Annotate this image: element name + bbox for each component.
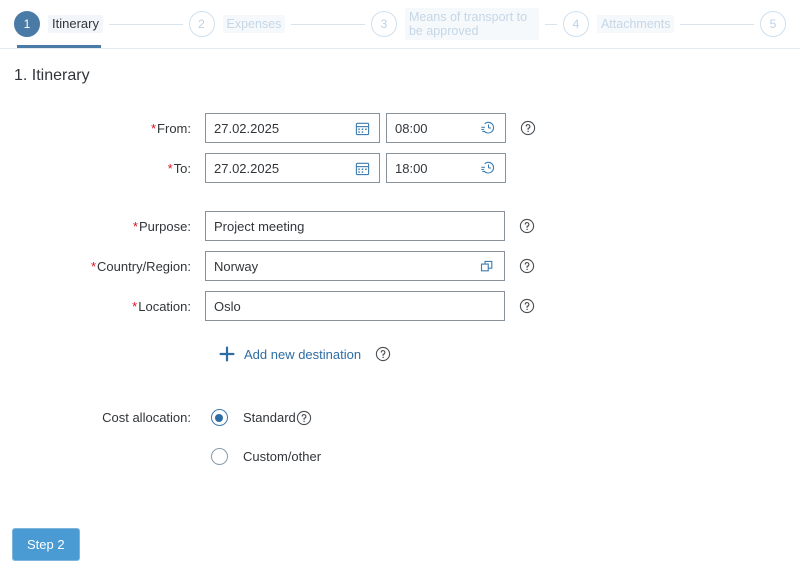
wizard-step-3[interactable]: 3 Means of transport to be approved bbox=[370, 8, 539, 40]
wizard-step-2-label: Expenses bbox=[222, 15, 286, 33]
required-marker: * bbox=[150, 120, 157, 136]
cost-allocation-option-standard-label[interactable]: Standard bbox=[243, 410, 296, 425]
wizard-step-1-number: 1 bbox=[14, 11, 40, 37]
clock-icon[interactable] bbox=[479, 119, 497, 137]
from-date-input[interactable]: 27.02.2025 bbox=[205, 113, 380, 143]
country-input[interactable]: Norway bbox=[205, 251, 505, 281]
value-help-icon[interactable] bbox=[478, 257, 496, 275]
cost-allocation-help-icon[interactable] bbox=[296, 410, 312, 426]
wizard-steps: 1 Itinerary 2 Expenses 3 Means of transp… bbox=[0, 0, 800, 48]
to-date-value: 27.02.2025 bbox=[214, 160, 280, 176]
cost-allocation-option-custom-label[interactable]: Custom/other bbox=[243, 449, 321, 464]
wizard-step-1[interactable]: 1 Itinerary bbox=[14, 11, 103, 37]
purpose-value: Project meeting bbox=[214, 218, 305, 234]
purpose-label: *Purpose: bbox=[0, 219, 205, 234]
radio-icon-unselected[interactable] bbox=[210, 448, 228, 465]
wizard-step-4[interactable]: 4 Attachments bbox=[562, 11, 675, 37]
add-destination-link[interactable]: Add new destination bbox=[244, 347, 361, 362]
wizard-step-3-label: Means of transport to be approved bbox=[404, 8, 539, 40]
country-value: Norway bbox=[214, 258, 259, 274]
country-label: *Country/Region: bbox=[0, 259, 205, 274]
wizard-step-5-number: 5 bbox=[760, 11, 786, 37]
calendar-icon[interactable] bbox=[353, 159, 371, 177]
location-value: Oslo bbox=[214, 298, 241, 314]
location-help-icon[interactable] bbox=[519, 298, 535, 314]
required-marker: * bbox=[90, 258, 97, 274]
wizard-step-4-number: 4 bbox=[562, 11, 589, 37]
wizard-connector-4 bbox=[680, 23, 754, 25]
location-label-text: Location: bbox=[138, 298, 191, 314]
from-label: *From: bbox=[0, 121, 205, 136]
from-label-text: From: bbox=[157, 120, 191, 136]
to-time-value: 18:00 bbox=[395, 160, 428, 176]
wizard-step-2[interactable]: 2 Expenses bbox=[188, 11, 286, 37]
wizard-active-indicator bbox=[17, 45, 101, 48]
required-marker: * bbox=[132, 298, 138, 314]
wizard-step-3-number: 3 bbox=[370, 11, 397, 37]
plus-icon[interactable] bbox=[218, 345, 236, 363]
cost-allocation-radio-standard[interactable] bbox=[205, 409, 233, 426]
from-help-icon[interactable] bbox=[520, 120, 536, 136]
cost-allocation-radio-custom[interactable] bbox=[205, 448, 233, 465]
purpose-input[interactable]: Project meeting bbox=[205, 211, 505, 241]
step-2-button[interactable]: Step 2 bbox=[12, 528, 80, 561]
cost-allocation-row-standard: Cost allocation: Standard bbox=[0, 409, 800, 426]
from-row: *From: 27.02.2025 08:00 bbox=[0, 113, 800, 143]
purpose-row: *Purpose: Project meeting bbox=[0, 211, 800, 241]
wizard-connector-3 bbox=[544, 23, 557, 25]
wizard-step-4-label: Attachments bbox=[596, 15, 675, 33]
page-title: 1. Itinerary bbox=[14, 67, 90, 84]
country-label-text: Country/Region: bbox=[97, 258, 191, 274]
to-time-input[interactable]: 18:00 bbox=[386, 153, 506, 183]
wizard-connector-1 bbox=[108, 23, 183, 25]
wizard-header: 1 Itinerary 2 Expenses 3 Means of transp… bbox=[0, 0, 800, 49]
required-marker: * bbox=[167, 160, 173, 176]
cost-allocation-row-custom: Custom/other bbox=[0, 448, 800, 465]
to-row: *To: 27.02.2025 18:00 bbox=[0, 153, 800, 183]
radio-icon-selected[interactable] bbox=[210, 409, 228, 426]
from-time-value: 08:00 bbox=[395, 120, 428, 136]
footer-bar: Step 2 bbox=[12, 528, 80, 561]
required-marker: * bbox=[132, 218, 138, 234]
location-input[interactable]: Oslo bbox=[205, 291, 505, 321]
add-destination-help-icon[interactable] bbox=[375, 346, 391, 362]
location-row: *Location: Oslo bbox=[0, 291, 800, 321]
purpose-help-icon[interactable] bbox=[519, 218, 535, 234]
country-help-icon[interactable] bbox=[519, 258, 535, 274]
wizard-step-1-label: Itinerary bbox=[48, 15, 103, 33]
from-date-value: 27.02.2025 bbox=[214, 120, 280, 136]
clock-icon[interactable] bbox=[479, 159, 497, 177]
wizard-step-5[interactable]: 5 bbox=[760, 11, 786, 37]
purpose-label-text: Purpose: bbox=[138, 218, 191, 234]
country-row: *Country/Region: Norway bbox=[0, 251, 800, 281]
to-date-input[interactable]: 27.02.2025 bbox=[205, 153, 380, 183]
calendar-icon[interactable] bbox=[353, 119, 371, 137]
location-label: *Location: bbox=[0, 299, 205, 314]
add-destination-row[interactable]: Add new destination bbox=[218, 345, 800, 363]
itinerary-form: *From: 27.02.2025 08:00 *To: 27.02.2025 … bbox=[0, 85, 800, 465]
to-label: *To: bbox=[0, 161, 205, 176]
wizard-connector-2 bbox=[291, 23, 365, 25]
cost-allocation-label: Cost allocation: bbox=[102, 410, 191, 425]
to-label-text: To: bbox=[173, 160, 191, 176]
wizard-step-2-number: 2 bbox=[188, 11, 215, 37]
from-time-input[interactable]: 08:00 bbox=[386, 113, 506, 143]
